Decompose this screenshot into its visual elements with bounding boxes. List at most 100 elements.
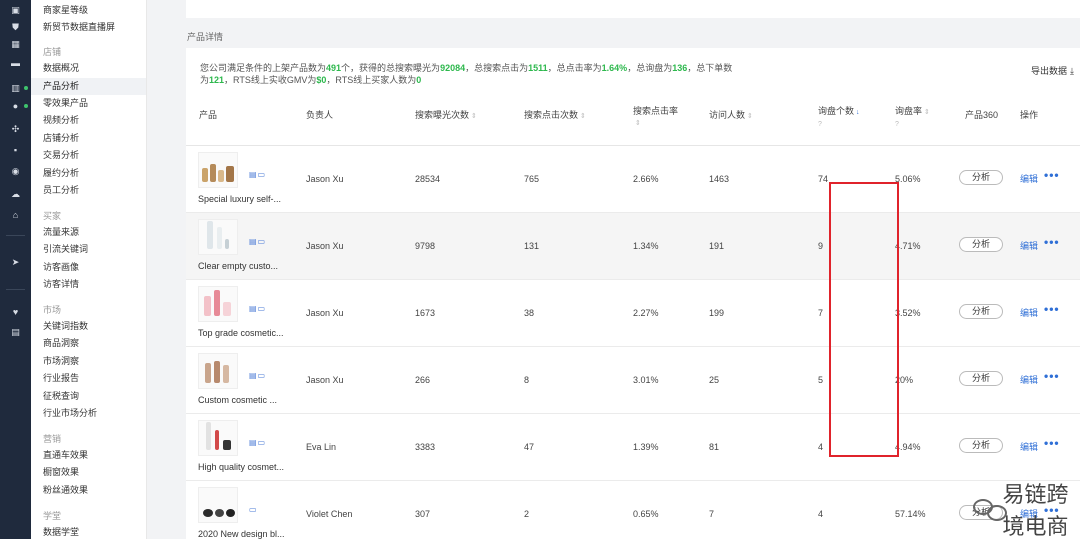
clicks-cell: 131 [524, 241, 540, 251]
product-title[interactable]: Top grade cosmetic... [198, 328, 284, 338]
sidebar-item-visitor-profile[interactable]: 访客画像 [43, 259, 146, 276]
product-thumbnail[interactable] [198, 420, 238, 456]
help-icon: ? [818, 121, 822, 128]
col-clicks[interactable]: 搜索点击次数 ⇕ [524, 110, 586, 122]
product-thumbnail[interactable] [198, 487, 238, 523]
product-thumbnail[interactable] [198, 286, 238, 322]
export-data-button[interactable]: 导出数据 ⤓ [1031, 64, 1074, 77]
edit-link[interactable]: 编辑 [1020, 373, 1038, 386]
sidebar-item-market-insight[interactable]: 市场洞察 [43, 353, 146, 370]
sidebar-item-traffic-source[interactable]: 流量来源 [43, 224, 146, 241]
more-icon[interactable]: ••• [1044, 436, 1060, 450]
analyze-button[interactable]: 分析 [959, 438, 1003, 453]
clock-icon[interactable]: ◉ [9, 166, 22, 176]
product-title[interactable]: Special luxury self-... [198, 194, 281, 204]
sidebar-item-store-analysis[interactable]: 店铺分析 [43, 130, 146, 147]
sidebar-group-store: 店铺 [43, 47, 62, 57]
product-thumbnail[interactable] [198, 152, 238, 188]
settings-icon[interactable]: ✣ [9, 124, 22, 134]
sidebar-item-zero-effect[interactable]: 零效果产品 [43, 95, 146, 112]
shield-icon[interactable]: ⛊ [9, 22, 22, 32]
product-media-icons[interactable]: ▤▭ [249, 371, 266, 380]
product-title[interactable]: Custom cosmetic ... [198, 395, 277, 405]
col-inquiry-rate[interactable]: 询盘率 ⇕? [895, 106, 930, 130]
sidebar-item-industry-report[interactable]: 行业报告 [43, 370, 146, 387]
edit-link[interactable]: 编辑 [1020, 306, 1038, 319]
sidebar-item-product-insight[interactable]: 商品洞察 [43, 335, 146, 352]
product-thumbnail[interactable] [198, 353, 238, 389]
sidebar-item-fulfillment[interactable]: 履约分析 [43, 165, 146, 182]
clicks-cell: 8 [524, 375, 530, 385]
more-icon[interactable]: ••• [1044, 235, 1060, 249]
impressions-cell: 9798 [415, 241, 436, 251]
product-media-icons[interactable]: ▤▭ [249, 438, 266, 447]
visitors-cell: 25 [709, 375, 720, 385]
product-title[interactable]: High quality cosmet... [198, 462, 284, 472]
sidebar-item-tax-query[interactable]: 征税查询 [43, 388, 146, 405]
visitors-cell: 199 [709, 308, 725, 318]
product-media-icons[interactable]: ▤▭ [249, 237, 266, 246]
analyze-button[interactable]: 分析 [959, 371, 1003, 386]
heart-icon[interactable]: ♥ [9, 307, 22, 317]
sidebar-item-festival-screen[interactable]: 新贸节数据直播屏 [43, 19, 146, 36]
bank-icon[interactable]: ⌂ [9, 210, 22, 220]
wallet-icon[interactable]: ▪ [9, 145, 22, 155]
sidebar-item-video-analysis[interactable]: 视频分析 [43, 112, 146, 129]
sidebar-item-p4p-effect[interactable]: 直通车效果 [43, 447, 146, 464]
analyze-button[interactable]: 分析 [959, 304, 1003, 319]
sidebar-item-merchant-level[interactable]: 商家星等级 [43, 2, 146, 19]
cloud-icon[interactable]: ☁ [9, 189, 22, 199]
summary-text: 您公司满足条件的上架产品数为491个，获得的总搜索曝光为92084，总搜索点击为… [200, 63, 733, 85]
more-icon[interactable]: ••• [1044, 302, 1060, 316]
analyze-button[interactable]: 分析 [959, 170, 1003, 185]
sidebar-item-trade-analysis[interactable]: 交易分析 [43, 147, 146, 164]
more-icon[interactable]: ••• [1044, 168, 1060, 182]
analyze-button[interactable]: 分析 [959, 237, 1003, 252]
sidebar-item-fans-effect[interactable]: 粉丝通效果 [43, 482, 146, 499]
sidebar-item-data-overview[interactable]: 数据概况 [43, 60, 146, 77]
product-media-icons[interactable]: ▤▭ [249, 304, 266, 313]
col-ctr[interactable]: 搜索点击率⇕ [633, 106, 679, 129]
product-title[interactable]: Clear empty custo... [198, 261, 278, 271]
sort-desc-icon: ↓ [856, 109, 860, 116]
edit-link[interactable]: 编辑 [1020, 239, 1038, 252]
inquiries-cell: 4 [818, 509, 824, 519]
bar-chart-icon[interactable]: ▥ [9, 83, 22, 93]
send-icon[interactable]: ➤ [9, 257, 22, 267]
home-icon[interactable]: ▣ [9, 5, 22, 15]
owner-cell: Jason Xu [306, 241, 344, 251]
ctr-cell: 3.01% [633, 375, 659, 385]
sidebar-item-showcase-effect[interactable]: 橱窗效果 [43, 464, 146, 481]
export-label: 导出数据 [1031, 66, 1068, 76]
inquiries-cell: 5 [818, 375, 824, 385]
sidebar-item-product-analysis[interactable]: 产品分析 [31, 78, 146, 95]
section-title: 产品详情 [187, 32, 224, 42]
sidebar-item-industry-market[interactable]: 行业市场分析 [43, 405, 146, 422]
col-inquiries[interactable]: 询盘个数 ↓? [818, 106, 860, 130]
briefcase-icon[interactable]: ▤ [9, 327, 22, 337]
product-title[interactable]: 2020 New design bl... [198, 529, 285, 539]
table-header: 产品 负责人 搜索曝光次数 ⇕ 搜索点击次数 ⇕ 搜索点击率⇕ 访问人数 ⇕ 询盘个数… [186, 96, 1080, 146]
col-product: 产品 [199, 110, 218, 120]
product-media-icons[interactable]: ▤▭ [249, 170, 266, 179]
edit-link[interactable]: 编辑 [1020, 440, 1038, 453]
sidebar-item-keywords[interactable]: 引流关键词 [43, 241, 146, 258]
col-impressions[interactable]: 搜索曝光次数 ⇕ [415, 110, 477, 122]
sort-icon: ⇕ [471, 113, 477, 120]
table-row: ▤▭ Custom cosmetic ... Jason Xu 266 8 3.… [186, 347, 1080, 414]
col-visitors[interactable]: 访问人数 ⇕ [709, 110, 753, 122]
message-icon[interactable]: ▬ [9, 58, 22, 68]
sidebar-item-visitor-detail[interactable]: 访客详情 [43, 276, 146, 293]
sidebar-item-staff[interactable]: 员工分析 [43, 182, 146, 199]
product-media-icons[interactable]: ▭ [249, 505, 258, 514]
sidebar-item-keyword-index[interactable]: 关键词指数 [43, 318, 146, 335]
watermark-text: 易链跨境电商 [1002, 482, 1069, 539]
grid-icon[interactable]: ▦ [9, 39, 22, 49]
edit-link[interactable]: 编辑 [1020, 172, 1038, 185]
ctr-cell: 2.27% [633, 308, 659, 318]
product-thumbnail[interactable] [198, 219, 238, 255]
sidebar-item-data-academy[interactable]: 数据学堂 [43, 524, 146, 539]
users-icon[interactable]: ● [9, 101, 22, 111]
clicks-cell: 47 [524, 442, 535, 452]
more-icon[interactable]: ••• [1044, 369, 1060, 383]
